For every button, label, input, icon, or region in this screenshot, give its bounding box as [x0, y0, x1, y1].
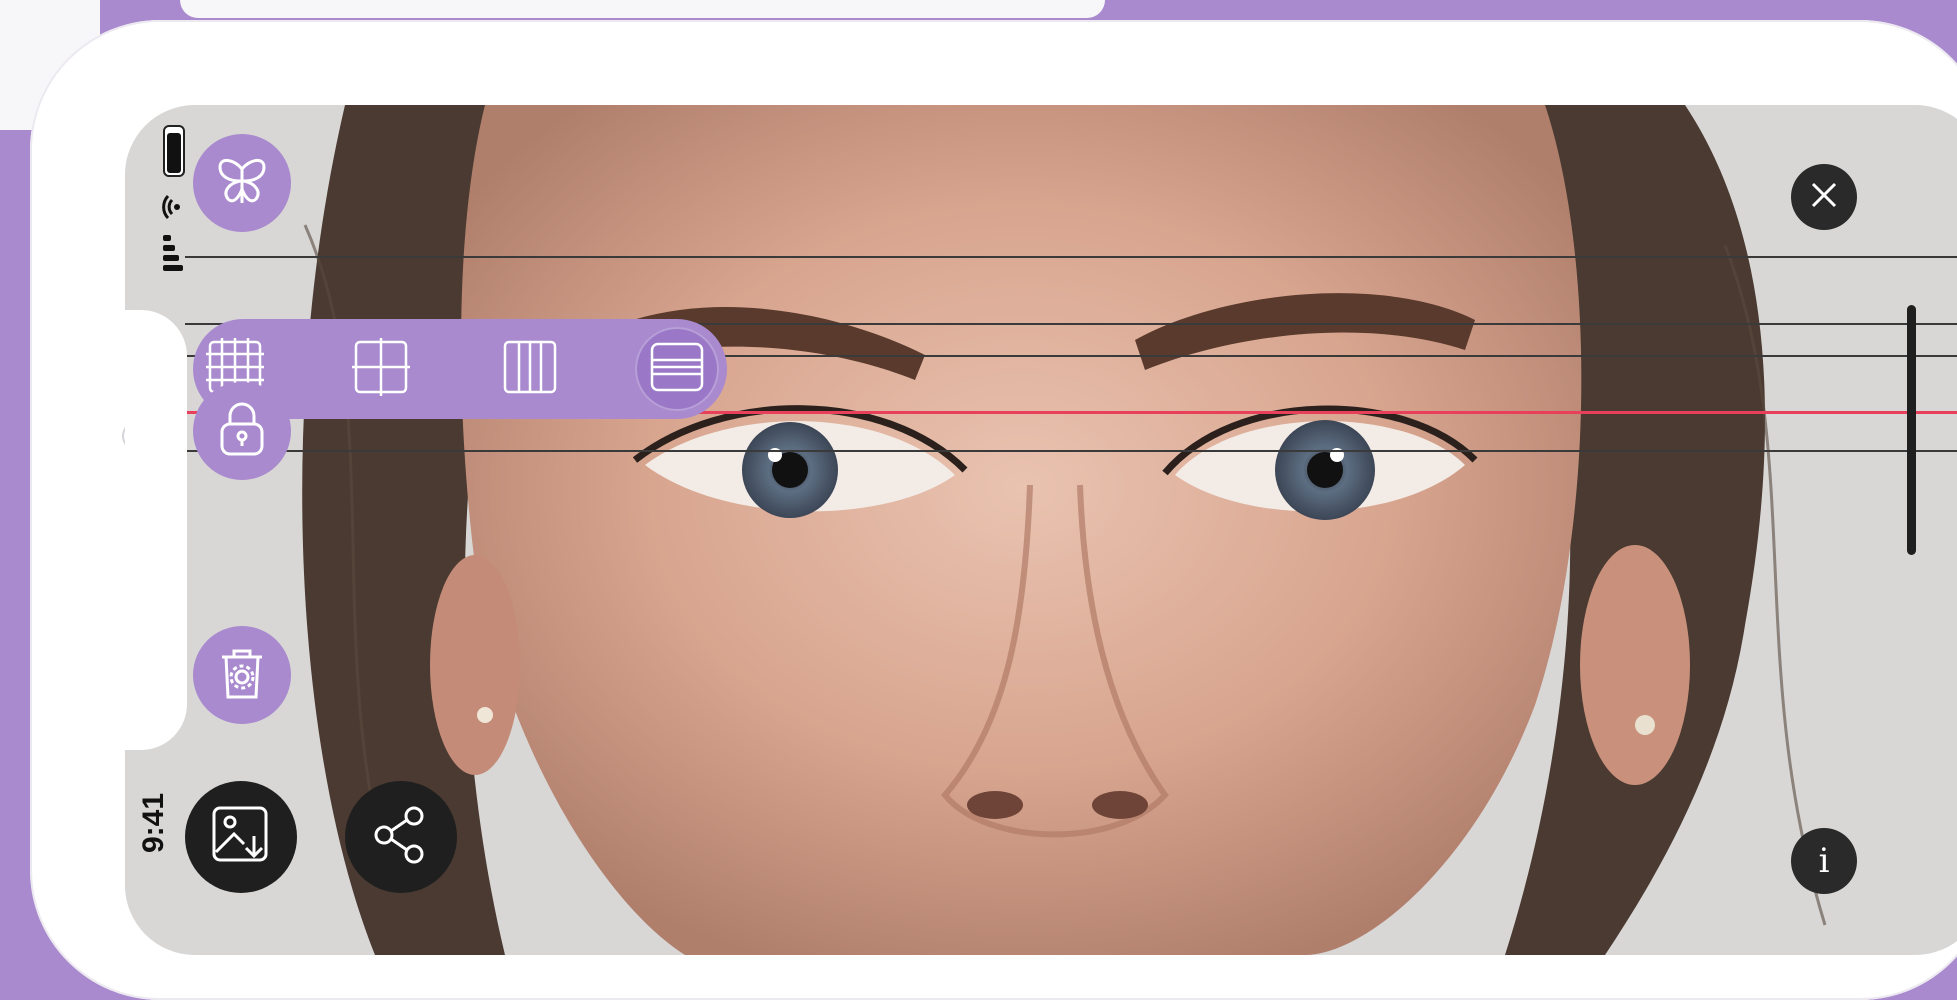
image-download-icon: [208, 802, 274, 873]
guide-line[interactable]: [185, 450, 1957, 452]
lock-button[interactable]: [193, 382, 291, 480]
wifi-icon: [160, 194, 188, 220]
butterfly-icon: [212, 151, 272, 216]
info-icon: i: [1818, 841, 1830, 881]
share-button[interactable]: [345, 781, 457, 893]
close-button[interactable]: [1791, 164, 1857, 230]
guide-line[interactable]: [185, 256, 1957, 258]
lock-icon: [213, 398, 271, 465]
battery-icon: [163, 125, 185, 177]
vertical-slider[interactable]: [1907, 305, 1916, 555]
grid-option-cross[interactable]: [339, 327, 423, 411]
save-image-button[interactable]: [185, 781, 297, 893]
phone-frame: 9:41 i: [30, 20, 1957, 1000]
phone-notch: [125, 310, 187, 750]
grid-vertical-icon: [499, 336, 561, 403]
status-time: 9:41: [137, 792, 170, 853]
butterfly-button[interactable]: [193, 134, 291, 232]
product-card-strip: [180, 0, 1105, 18]
info-button[interactable]: i: [1791, 828, 1857, 894]
grid-option-horizontal[interactable]: [635, 327, 719, 411]
camera-screen: 9:41 i: [125, 105, 1957, 955]
delete-button[interactable]: [193, 626, 291, 724]
trash-gear-icon: [214, 643, 270, 708]
close-icon: [1809, 180, 1839, 215]
grid-horizontal-icon: [646, 336, 708, 403]
share-icon: [370, 804, 432, 871]
grid-cross-icon: [350, 336, 412, 403]
grid-option-vertical[interactable]: [488, 327, 572, 411]
